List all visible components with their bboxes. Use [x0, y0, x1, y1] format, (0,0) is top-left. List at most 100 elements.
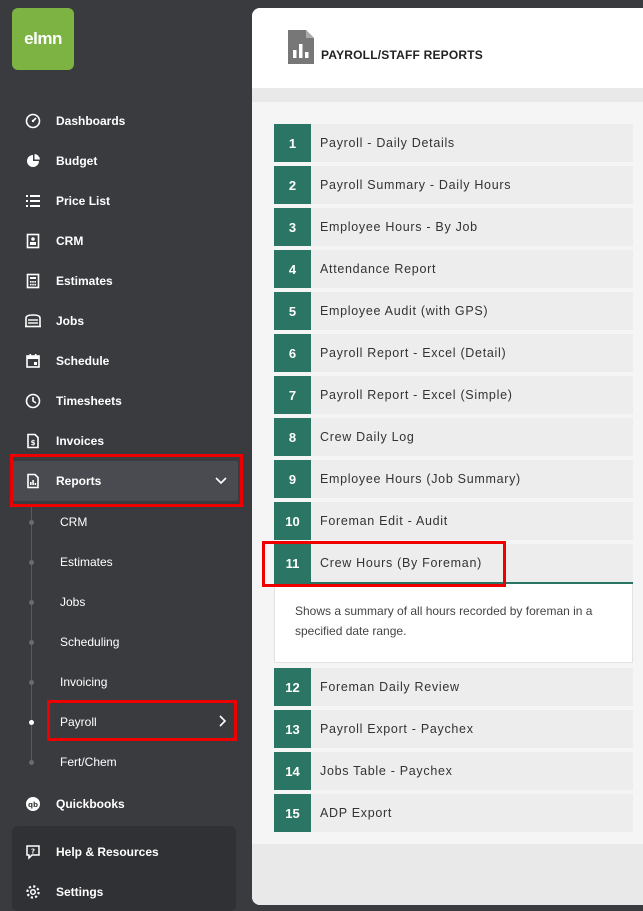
nav-jobs[interactable]: Jobs [0, 301, 252, 341]
report-name: Crew Daily Log [311, 418, 633, 456]
report-name: Employee Hours - By Job [311, 208, 633, 246]
nav-price-list[interactable]: Price List [0, 181, 252, 221]
report-item[interactable]: 10 Foreman Edit - Audit [274, 502, 633, 540]
chevron-right-icon [215, 714, 229, 731]
sidebar: elmn Dashboards Budget Price List CRM Es… [0, 0, 252, 911]
sub-item-label: Estimates [60, 555, 113, 569]
nav-label: Quickbooks [56, 797, 125, 811]
report-number: 5 [274, 292, 311, 330]
report-number: 13 [274, 710, 311, 748]
chevron-down-icon [214, 473, 228, 490]
submenu-dot [29, 759, 34, 765]
submenu-dot [29, 559, 34, 565]
help-chat-icon: ? [24, 843, 42, 861]
sub-item-crm[interactable]: CRM [0, 502, 252, 542]
sub-item-label: Invoicing [60, 675, 108, 689]
nav-timesheets[interactable]: Timesheets [0, 381, 252, 421]
report-document-icon [288, 30, 314, 69]
report-item[interactable]: 1 Payroll - Daily Details [274, 124, 633, 162]
nav-estimates[interactable]: Estimates [0, 261, 252, 301]
truck-icon [24, 312, 42, 330]
report-number: 1 [274, 124, 311, 162]
lmn-logo[interactable]: elmn [12, 8, 74, 70]
report-name: Foreman Daily Review [311, 668, 633, 706]
nav-label: Dashboards [56, 114, 126, 128]
sub-item-jobs[interactable]: Jobs [0, 582, 252, 622]
report-number: 12 [274, 668, 311, 706]
report-name: ADP Export [311, 794, 633, 832]
contact-card-icon [24, 232, 42, 250]
report-number: 8 [274, 418, 311, 456]
report-item[interactable]: 9 Employee Hours (Job Summary) [274, 460, 633, 498]
invoice-icon: $ [24, 432, 42, 450]
nav-help-resources[interactable]: ? Help & Resources [0, 832, 252, 872]
report-item[interactable]: 15 ADP Export [274, 794, 633, 832]
report-number: 7 [274, 376, 311, 414]
report-item[interactable]: 12 Foreman Daily Review [274, 668, 633, 706]
sub-item-estimates[interactable]: Estimates [0, 542, 252, 582]
sub-item-label: Fert/Chem [60, 755, 117, 769]
panel-footer [252, 844, 643, 905]
nav-crm[interactable]: CRM [0, 221, 252, 261]
report-number: 9 [274, 460, 311, 498]
report-name: Payroll - Daily Details [311, 124, 633, 162]
nav-label: CRM [56, 234, 84, 248]
report-number: 4 [274, 250, 311, 288]
calendar-icon [24, 352, 42, 370]
sub-item-invoicing[interactable]: Invoicing [0, 662, 252, 702]
report-number: 15 [274, 794, 311, 832]
sub-item-scheduling[interactable]: Scheduling [0, 622, 252, 662]
sub-item-payroll[interactable]: Payroll [0, 702, 252, 742]
main-panel: PAYROLL/STAFF REPORTS 1 Payroll - Daily D… [252, 8, 643, 905]
nav-quickbooks[interactable]: qb Quickbooks [0, 784, 252, 824]
report-description: Shows a summary of all hours recorded by… [274, 584, 633, 663]
nav-label: Help & Resources [56, 845, 159, 859]
report-item[interactable]: 14 Jobs Table - Paychex [274, 752, 633, 790]
nav-label: Reports [56, 474, 102, 488]
report-item[interactable]: 8 Crew Daily Log [274, 418, 633, 456]
report-item[interactable]: 13 Payroll Export - Paychex [274, 710, 633, 748]
nav-label: Price List [56, 194, 111, 208]
svg-text:$: $ [31, 439, 36, 447]
report-name: Foreman Edit - Audit [311, 502, 633, 540]
report-name: Payroll Summary - Daily Hours [311, 166, 633, 204]
clock-icon [24, 392, 42, 410]
report-name: Payroll Report - Excel (Detail) [311, 334, 633, 372]
submenu-dot [29, 679, 34, 685]
report-number: 3 [274, 208, 311, 246]
report-number: 14 [274, 752, 311, 790]
nav-dashboards[interactable]: Dashboards [0, 101, 252, 141]
submenu-dot [29, 519, 34, 525]
nav-reports[interactable]: Reports [12, 461, 238, 501]
sub-item-fert-chem[interactable]: Fert/Chem [0, 742, 252, 782]
report-name: Payroll Report - Excel (Simple) [311, 376, 633, 414]
report-number: 6 [274, 334, 311, 372]
nav-label: Schedule [56, 354, 110, 368]
report-name: Jobs Table - Paychex [311, 752, 633, 790]
svg-text:?: ? [31, 848, 35, 856]
nav-settings[interactable]: Settings [0, 872, 252, 911]
report-item[interactable]: 6 Payroll Report - Excel (Detail) [274, 334, 633, 372]
nav-label: Settings [56, 885, 104, 899]
nav-label: Estimates [56, 274, 113, 288]
quickbooks-icon: qb [24, 795, 42, 813]
gear-icon [24, 883, 42, 901]
report-number: 10 [274, 502, 311, 540]
report-item[interactable]: 2 Payroll Summary - Daily Hours [274, 166, 633, 204]
report-item[interactable]: 7 Payroll Report - Excel (Simple) [274, 376, 633, 414]
sub-item-label: Payroll [60, 715, 97, 729]
sub-item-label: Scheduling [60, 635, 120, 649]
report-name: Crew Hours (By Foreman) [311, 544, 633, 582]
nav-label: Budget [56, 154, 98, 168]
nav-label: Timesheets [56, 394, 122, 408]
list-icon [24, 192, 42, 210]
report-name: Attendance Report [311, 250, 633, 288]
nav-invoices[interactable]: $ Invoices [0, 421, 252, 461]
report-item[interactable]: 3 Employee Hours - By Job [274, 208, 633, 246]
calculator-icon [24, 272, 42, 290]
nav-schedule[interactable]: Schedule [0, 341, 252, 381]
nav-budget[interactable]: Budget [0, 141, 252, 181]
report-item[interactable]: 5 Employee Audit (with GPS) [274, 292, 633, 330]
report-item-expanded[interactable]: 11 Crew Hours (By Foreman) [274, 544, 633, 584]
report-item[interactable]: 4 Attendance Report [274, 250, 633, 288]
